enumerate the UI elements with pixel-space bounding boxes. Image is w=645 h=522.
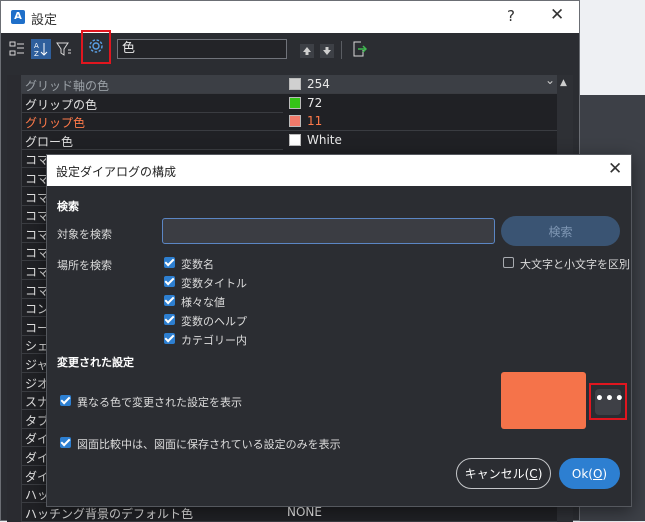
- arrow-up-icon[interactable]: [297, 41, 317, 61]
- window-title: 設定: [31, 13, 58, 28]
- setting-name: グリップの色: [25, 97, 98, 112]
- show-changed-label: 異なる色で変更された設定を表示: [77, 396, 242, 409]
- option-label: 変数のヘルプ: [181, 315, 247, 328]
- drawing-compare-checkbox[interactable]: [60, 437, 71, 448]
- changed-section-title: 変更された設定: [57, 356, 134, 369]
- setting-value-cell[interactable]: 11: [283, 112, 557, 131]
- option-label: 様々な値: [181, 296, 225, 309]
- setting-name: グリップ色: [25, 116, 86, 131]
- setting-value: 11: [307, 114, 323, 129]
- settings-gear-icon: [87, 37, 105, 58]
- option-checkbox-values[interactable]: [164, 295, 175, 306]
- search-target-input[interactable]: [162, 218, 495, 244]
- category-gutter: [7, 75, 22, 522]
- show-changed-checkbox[interactable]: [60, 395, 71, 406]
- help-button[interactable]: ?: [507, 7, 515, 25]
- table-row[interactable]: グリッド軸の色 254 ⌄: [21, 73, 557, 94]
- color-swatch: [289, 115, 301, 128]
- setting-value-cell[interactable]: 254 ⌄: [283, 73, 557, 93]
- setting-name: グリッド軸の色: [25, 79, 110, 93]
- option-label: カテゴリー内: [181, 334, 247, 347]
- ok-label: Ok(: [571, 466, 593, 481]
- configure-settings-button[interactable]: [81, 30, 111, 64]
- setting-name: ジャ: [25, 358, 49, 372]
- export-icon[interactable]: [349, 39, 369, 59]
- setting-value-cell[interactable]: 72: [283, 93, 557, 112]
- window-titlebar: A 設定 ? ✕: [1, 1, 579, 33]
- filter-icon[interactable]: [54, 39, 74, 59]
- setting-name: グロー色: [25, 134, 74, 149]
- configure-settings-dialog: 設定ダイアログの構成 ✕ 検索 対象を検索 検索 場所を検索 変数名 変数タイト…: [46, 154, 632, 507]
- case-sensitive-label: 大文字と小文字を区別: [520, 258, 630, 271]
- option-label: 変数名: [181, 258, 214, 271]
- cancel-label-close: ): [537, 466, 543, 481]
- table-row[interactable]: グロー色 White: [21, 130, 557, 150]
- scroll-up-icon[interactable]: ▲: [560, 78, 567, 88]
- highlight-color-swatch[interactable]: [501, 372, 586, 429]
- alphabetical-view-icon[interactable]: AZ: [31, 39, 51, 59]
- cancel-label: キャンセル(: [464, 467, 530, 481]
- setting-value-cell[interactable]: White: [283, 130, 557, 149]
- app-logo-icon: A: [11, 10, 25, 24]
- setting-value: 72: [307, 95, 323, 110]
- color-swatch: [289, 78, 301, 90]
- color-swatch: [289, 96, 301, 109]
- dialog-close-button[interactable]: ✕: [608, 159, 622, 179]
- categorized-view-icon[interactable]: [7, 39, 27, 59]
- ok-accesskey: O: [592, 466, 603, 481]
- svg-text:A: A: [34, 42, 39, 50]
- table-row[interactable]: グリップの色 72: [21, 93, 557, 113]
- arrow-down-icon[interactable]: [317, 41, 337, 61]
- chevron-down-icon[interactable]: ⌄: [545, 73, 555, 87]
- settings-search-input[interactable]: 色: [117, 39, 287, 59]
- search-button[interactable]: 検索: [501, 216, 620, 246]
- setting-name: ハッチング背景のデフォルト色: [25, 506, 194, 521]
- svg-text:Z: Z: [34, 50, 39, 57]
- table-row[interactable]: グリップ色 11: [21, 112, 557, 132]
- color-picker-highlight: •••: [589, 383, 627, 420]
- cancel-button[interactable]: キャンセル(C): [456, 458, 551, 489]
- search-target-label: 対象を検索: [57, 228, 112, 241]
- ok-button[interactable]: Ok(O): [559, 458, 620, 489]
- option-checkbox-variable-name[interactable]: [164, 257, 175, 268]
- option-checkbox-variable-title[interactable]: [164, 276, 175, 287]
- setting-value: 254: [307, 77, 330, 91]
- option-label: 変数タイトル: [181, 277, 247, 290]
- dialog-titlebar: 設定ダイアログの構成 ✕: [47, 155, 631, 186]
- toolbar-divider: [341, 41, 342, 59]
- option-checkbox-variable-help[interactable]: [164, 314, 175, 325]
- option-checkbox-category[interactable]: [164, 333, 175, 344]
- ok-label-close: ): [602, 466, 608, 481]
- window-close-button[interactable]: ✕: [550, 5, 564, 25]
- drawing-compare-label: 図面比較中は、図面に保存されている設定のみを表示: [77, 438, 341, 451]
- case-sensitive-checkbox[interactable]: [503, 257, 514, 268]
- setting-value: White: [307, 132, 342, 147]
- search-location-label: 場所を検索: [57, 259, 112, 272]
- dialog-title: 設定ダイアログの構成: [56, 165, 177, 179]
- color-swatch: [289, 133, 301, 146]
- cancel-accesskey: C: [529, 466, 538, 481]
- search-section-title: 検索: [57, 200, 79, 213]
- more-options-button[interactable]: •••: [595, 389, 624, 415]
